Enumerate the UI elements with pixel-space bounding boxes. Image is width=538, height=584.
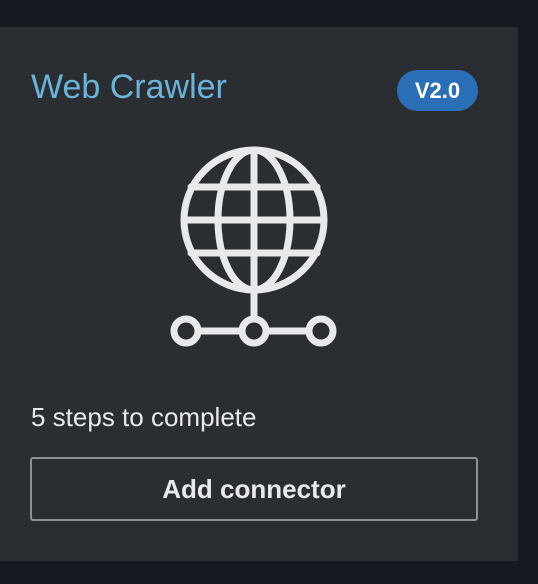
version-badge: V2.0 (397, 70, 478, 111)
globe-network-icon (168, 142, 342, 356)
add-connector-button[interactable]: Add connector (30, 457, 478, 521)
steps-to-complete-text: 5 steps to complete (31, 402, 257, 432)
connector-title: Web Crawler (31, 68, 227, 106)
